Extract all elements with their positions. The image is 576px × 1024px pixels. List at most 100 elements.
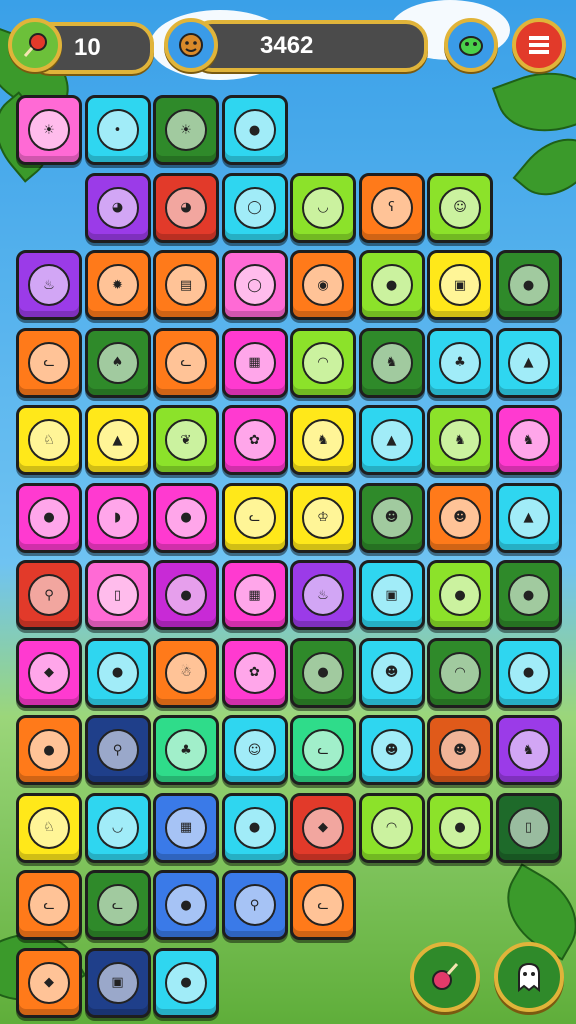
game-tile[interactable]: ☻ <box>427 715 493 785</box>
dino-icon: ♘ <box>28 806 70 849</box>
game-tile[interactable]: ☺ <box>221 715 288 785</box>
game-tile[interactable]: ● <box>290 637 356 708</box>
game-tile[interactable]: ⚲ <box>221 870 288 940</box>
game-tile[interactable]: ◕ <box>84 172 151 243</box>
game-tile[interactable]: ☻ <box>358 715 425 785</box>
game-tile[interactable]: ◗ <box>84 482 151 553</box>
mug-icon: ▯ <box>507 806 550 849</box>
white-cat-icon: ᓚ <box>302 884 344 926</box>
game-tile[interactable]: ♨ <box>16 250 82 320</box>
sun-icon: ☀ <box>165 109 207 151</box>
game-tile[interactable]: ʕ <box>358 172 425 243</box>
game-tile[interactable]: ◯ <box>221 250 288 320</box>
game-tile[interactable]: ● <box>221 792 288 863</box>
game-tile[interactable]: ☀ <box>153 95 219 165</box>
game-tile[interactable]: ᓚ <box>290 715 356 785</box>
game-tile[interactable]: ▦ <box>221 560 288 630</box>
game-tile[interactable]: ● <box>16 482 82 553</box>
game-tile[interactable]: ● <box>495 560 562 630</box>
game-tile[interactable]: ♘ <box>16 405 82 475</box>
game-tile[interactable]: ♞ <box>290 405 356 475</box>
game-tile[interactable]: ⚲ <box>84 715 151 785</box>
orange-ball-icon: ● <box>233 109 276 151</box>
fish-icon: ◆ <box>28 961 70 1004</box>
game-tile[interactable]: ▣ <box>84 947 151 1018</box>
game-tile[interactable]: ▦ <box>153 792 219 863</box>
game-tile[interactable]: ▤ <box>153 250 219 320</box>
game-tile[interactable]: ♞ <box>358 327 425 398</box>
game-tile[interactable]: ☻ <box>427 482 493 553</box>
game-tile[interactable]: ♣ <box>427 327 493 398</box>
game-tile[interactable]: ● <box>495 250 562 320</box>
crate-icon: ▦ <box>165 806 207 849</box>
game-tile[interactable]: ◕ <box>153 172 219 243</box>
game-tile[interactable]: ♠ <box>84 327 151 398</box>
game-tile[interactable]: ◡ <box>290 172 356 243</box>
game-tile[interactable]: ● <box>495 637 562 708</box>
game-tile[interactable]: ☃ <box>153 637 219 708</box>
game-tile[interactable]: ☻ <box>358 482 425 553</box>
green-blob-icon: ◡ <box>96 806 139 849</box>
game-tile[interactable]: ● <box>153 870 219 940</box>
game-tile[interactable]: ● <box>427 560 493 630</box>
game-tile[interactable]: ● <box>427 792 493 863</box>
candy-apple-icon: ● <box>165 574 207 616</box>
game-tile[interactable]: ● <box>153 947 219 1018</box>
game-tile[interactable]: ● <box>16 715 82 785</box>
game-tile[interactable]: ◠ <box>290 327 356 398</box>
game-tile[interactable]: ☺ <box>427 172 493 243</box>
game-tile[interactable]: ✹ <box>84 250 151 320</box>
game-tile[interactable]: ▦ <box>221 327 288 398</box>
game-tile[interactable]: ● <box>84 637 151 708</box>
game-tile[interactable]: ✿ <box>221 637 288 708</box>
gift-box-icon: ▦ <box>233 574 276 616</box>
game-tile[interactable]: ◠ <box>427 637 493 708</box>
game-tile[interactable]: ♣ <box>153 715 219 785</box>
balloon-creature-icon: ◯ <box>233 264 276 306</box>
pink-dog-icon: ♞ <box>507 419 550 461</box>
game-tile[interactable]: • <box>84 95 151 165</box>
game-tile[interactable]: ✿ <box>221 405 288 475</box>
game-tile[interactable]: ▲ <box>495 327 562 398</box>
game-board: ☀ • ☀ ● ◕ ◕ ◯ ◡ ʕ ☺ ♨ ✹ ▤ ◯ ◉ ● ▣ ● ᓚ ♠ ᓚ ▦ ◠ ♞ ♣ ▲ ♘ ▲ ❦ ✿ ♞ ▲ ♞ ♞ ● ◗ ● ᓚ ♔ ☻… <box>0 0 576 1024</box>
bone-icon: ⚲ <box>28 574 70 616</box>
game-tile[interactable]: ▣ <box>427 250 493 320</box>
game-tile[interactable]: ◡ <box>84 792 151 863</box>
game-tile[interactable]: ▯ <box>84 560 151 630</box>
game-tile[interactable]: ♞ <box>427 405 493 475</box>
game-tile[interactable]: ◉ <box>290 250 356 320</box>
game-tile[interactable]: ◯ <box>221 172 288 243</box>
game-tile[interactable]: ● <box>221 95 288 165</box>
game-tile[interactable]: ▣ <box>358 560 425 630</box>
chicken-icon: ✿ <box>233 419 276 461</box>
booster-button[interactable] <box>410 942 480 1012</box>
game-tile[interactable]: ☻ <box>358 637 425 708</box>
game-tile[interactable]: ● <box>153 482 219 553</box>
game-tile[interactable]: ❦ <box>153 405 219 475</box>
game-tile[interactable]: ♘ <box>16 792 82 863</box>
game-tile[interactable]: ᓚ <box>290 870 356 940</box>
game-tile[interactable]: ♞ <box>495 715 562 785</box>
game-tile[interactable]: ● <box>358 250 425 320</box>
game-tile[interactable]: ◠ <box>358 792 425 863</box>
game-tile[interactable]: ᓚ <box>16 327 82 398</box>
game-tile[interactable]: ▲ <box>495 482 562 553</box>
game-tile[interactable]: ● <box>153 560 219 630</box>
game-tile[interactable]: ⚲ <box>16 560 82 630</box>
game-tile[interactable]: ◆ <box>16 637 82 708</box>
game-tile[interactable]: ▲ <box>358 405 425 475</box>
game-tile[interactable]: ♞ <box>495 405 562 475</box>
game-tile[interactable]: ▲ <box>84 405 151 475</box>
game-tile[interactable]: ᓚ <box>153 327 219 398</box>
game-tile[interactable]: ☀ <box>16 95 82 165</box>
game-tile[interactable]: ᓚ <box>16 870 82 940</box>
game-tile[interactable]: ▯ <box>495 792 562 863</box>
ghost-booster-button[interactable] <box>494 942 564 1012</box>
game-tile[interactable]: ᓚ <box>84 870 151 940</box>
shield-gem-icon: ◆ <box>28 651 70 694</box>
game-tile[interactable]: ᓚ <box>221 482 288 553</box>
game-tile[interactable]: ◆ <box>290 792 356 863</box>
game-tile[interactable]: ◆ <box>16 947 82 1018</box>
game-tile[interactable]: ♔ <box>290 482 356 553</box>
game-tile[interactable]: ♨ <box>290 560 356 630</box>
